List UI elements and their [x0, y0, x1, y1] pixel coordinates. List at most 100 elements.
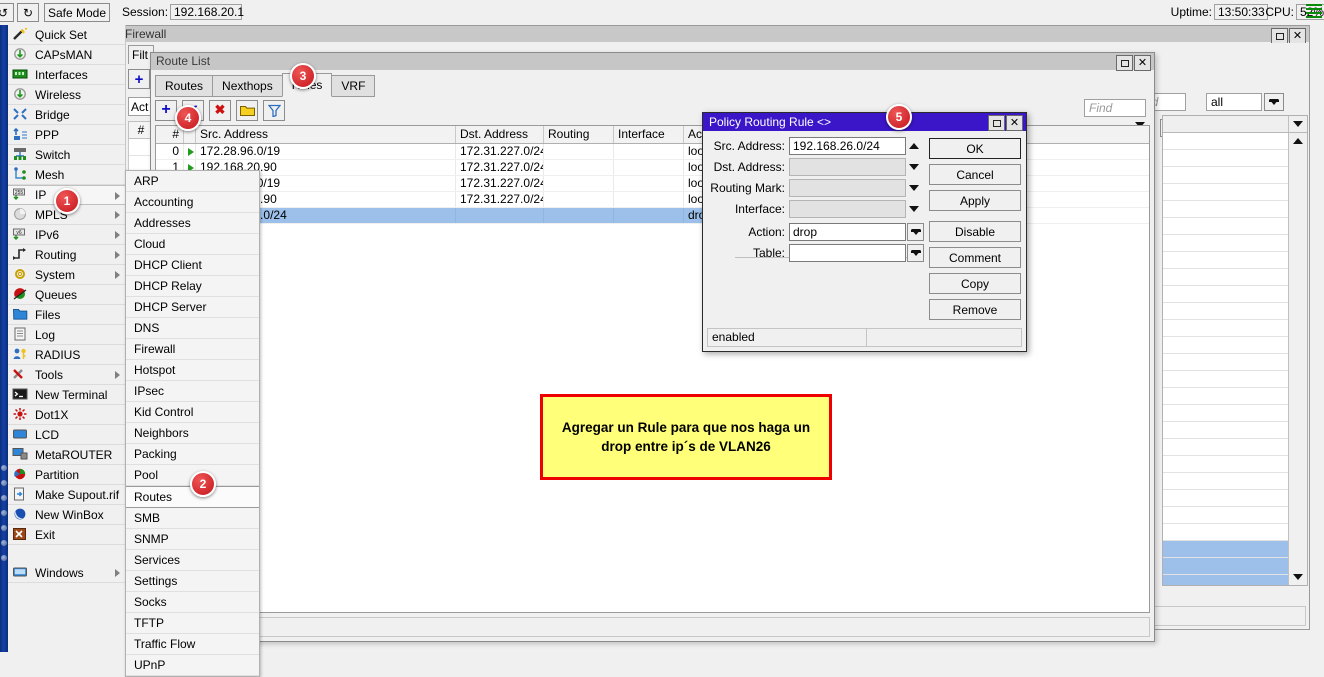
chevron-down-icon[interactable] — [1264, 93, 1284, 111]
sidebar-item-ipv6[interactable]: v6 IPv6 — [8, 225, 125, 245]
undo-icon[interactable]: ↺ — [0, 3, 14, 22]
submenu-item-packing[interactable]: Packing — [126, 444, 259, 465]
submenu-item-ipsec[interactable]: IPsec — [126, 381, 259, 402]
firewall-vertical-scrollbar[interactable] — [1288, 133, 1307, 585]
submenu-item-snmp[interactable]: SNMP — [126, 529, 259, 550]
column-header-routing-mark[interactable]: Routing Mark — [544, 126, 614, 143]
sidebar-item-partition[interactable]: Partition — [8, 465, 125, 485]
add-button[interactable]: + — [155, 100, 177, 121]
sidebar-item-make-supout[interactable]: Make Supout.rif — [8, 485, 125, 505]
sidebar-item-wireless[interactable]: Wireless — [8, 85, 125, 105]
submenu-item-kid-control[interactable]: Kid Control — [126, 402, 259, 423]
sidebar-item-capsman[interactable]: CAPsMAN — [8, 45, 125, 65]
disable-button[interactable]: ✖ — [209, 100, 231, 121]
sidebar-item-mesh[interactable]: Mesh — [8, 165, 125, 185]
column-header-src-address[interactable]: Src. Address — [196, 126, 456, 143]
safe-mode-button[interactable]: Safe Mode — [44, 3, 110, 22]
callout-badge-4: 4 — [175, 105, 201, 131]
rail-grip-handle[interactable] — [1, 465, 7, 575]
scroll-down-icon[interactable] — [1289, 569, 1307, 585]
submenu-item-hotspot[interactable]: Hotspot — [126, 360, 259, 381]
copy-button[interactable]: Copy — [929, 273, 1021, 294]
redo-icon[interactable]: ↻ — [17, 3, 39, 22]
sidebar-item-dot1x[interactable]: Dot1X — [8, 405, 125, 425]
action-dropdown-button[interactable] — [907, 223, 924, 241]
firewall-add-button[interactable]: + — [128, 69, 150, 89]
routing-mark-input[interactable] — [789, 179, 906, 197]
chevron-up-icon[interactable] — [907, 137, 921, 155]
submenu-item-arp[interactable]: ARP — [126, 171, 259, 192]
session-value[interactable]: 192.168.20.1 — [170, 4, 242, 20]
submenu-item-neighbors[interactable]: Neighbors — [126, 423, 259, 444]
sidebar-item-new-winbox[interactable]: New WinBox — [8, 505, 125, 525]
remove-button[interactable]: Remove — [929, 299, 1021, 320]
submenu-item-cloud[interactable]: Cloud — [126, 234, 259, 255]
maximize-icon[interactable] — [988, 115, 1005, 131]
column-header-interface[interactable]: Interface — [614, 126, 684, 143]
sidebar-item-files[interactable]: Files — [8, 305, 125, 325]
route-list-window-controls: ✕ — [1116, 55, 1151, 71]
chevron-down-icon[interactable] — [907, 158, 921, 176]
submenu-item-dhcp-server[interactable]: DHCP Server — [126, 297, 259, 318]
tab-nexthops[interactable]: Nexthops — [212, 75, 283, 97]
interface-input[interactable] — [789, 200, 906, 218]
sidebar-item-ppp[interactable]: PPP — [8, 125, 125, 145]
src-address-input[interactable]: 192.168.26.0/24 — [789, 137, 906, 155]
firewall-table-rows[interactable] — [1163, 133, 1289, 585]
sidebar-item-switch[interactable]: Switch — [8, 145, 125, 165]
close-icon[interactable]: ✕ — [1134, 55, 1151, 71]
dst-address-input[interactable] — [789, 158, 906, 176]
chevron-down-icon[interactable] — [907, 179, 921, 197]
submenu-item-smb[interactable]: SMB — [126, 508, 259, 529]
tab-vrf[interactable]: VRF — [331, 75, 375, 97]
submenu-item-firewall[interactable]: Firewall — [126, 339, 259, 360]
sidebar-item-new-terminal[interactable]: New Terminal — [8, 385, 125, 405]
close-icon[interactable]: ✕ — [1006, 115, 1023, 131]
comment-button[interactable] — [236, 100, 258, 121]
sidebar-item-label: Log — [35, 328, 55, 342]
scroll-up-icon[interactable] — [1289, 133, 1307, 149]
sidebar-item-quick-set[interactable]: Quick Set — [8, 25, 125, 45]
ok-button[interactable]: OK — [929, 138, 1021, 159]
sidebar-item-lcd[interactable]: LCD — [8, 425, 125, 445]
route-list-find-input[interactable]: Find — [1084, 99, 1146, 117]
filter-button[interactable] — [263, 100, 285, 121]
sidebar-item-bridge[interactable]: Bridge — [8, 105, 125, 125]
submenu-item-upnp[interactable]: UPnP — [126, 655, 259, 676]
submenu-item-settings[interactable]: Settings — [126, 571, 259, 592]
sidebar-item-exit[interactable]: Exit — [8, 525, 125, 545]
table-dropdown-button[interactable] — [907, 244, 924, 262]
chevron-down-icon[interactable] — [1288, 116, 1307, 132]
sidebar-item-metarouter[interactable]: MetaROUTER — [8, 445, 125, 465]
apply-button[interactable]: Apply — [929, 190, 1021, 211]
firewall-all-select[interactable]: all — [1206, 93, 1262, 111]
sidebar-item-queues[interactable]: Queues — [8, 285, 125, 305]
supout-icon — [12, 487, 30, 503]
column-header-dst-address[interactable]: Dst. Address — [456, 126, 544, 143]
action-input[interactable]: drop — [789, 223, 906, 241]
submenu-item-dhcp-client[interactable]: DHCP Client — [126, 255, 259, 276]
sidebar-item-windows[interactable]: Windows — [8, 563, 125, 583]
submenu-item-accounting[interactable]: Accounting — [126, 192, 259, 213]
comment-button[interactable]: Comment — [929, 247, 1021, 268]
cancel-button[interactable]: Cancel — [929, 164, 1021, 185]
table-input[interactable] — [789, 244, 906, 262]
sidebar-item-radius[interactable]: RADIUS — [8, 345, 125, 365]
submenu-item-services[interactable]: Services — [126, 550, 259, 571]
sidebar-item-log[interactable]: Log — [8, 325, 125, 345]
chevron-down-icon[interactable] — [907, 200, 921, 218]
maximize-icon[interactable] — [1271, 28, 1288, 44]
submenu-item-dhcp-relay[interactable]: DHCP Relay — [126, 276, 259, 297]
close-icon[interactable]: ✕ — [1289, 28, 1306, 44]
maximize-icon[interactable] — [1116, 55, 1133, 71]
disable-button[interactable]: Disable — [929, 221, 1021, 242]
tab-routes[interactable]: Routes — [155, 75, 213, 97]
submenu-item-addresses[interactable]: Addresses — [126, 213, 259, 234]
sidebar-item-routing[interactable]: Routing — [8, 245, 125, 265]
sidebar-item-system[interactable]: System — [8, 265, 125, 285]
submenu-item-socks[interactable]: Socks — [126, 592, 259, 613]
submenu-item-tftp[interactable]: TFTP — [126, 613, 259, 634]
sidebar-item-interfaces[interactable]: Interfaces — [8, 65, 125, 85]
sidebar-item-tools[interactable]: Tools — [8, 365, 125, 385]
submenu-item-dns[interactable]: DNS — [126, 318, 259, 339]
